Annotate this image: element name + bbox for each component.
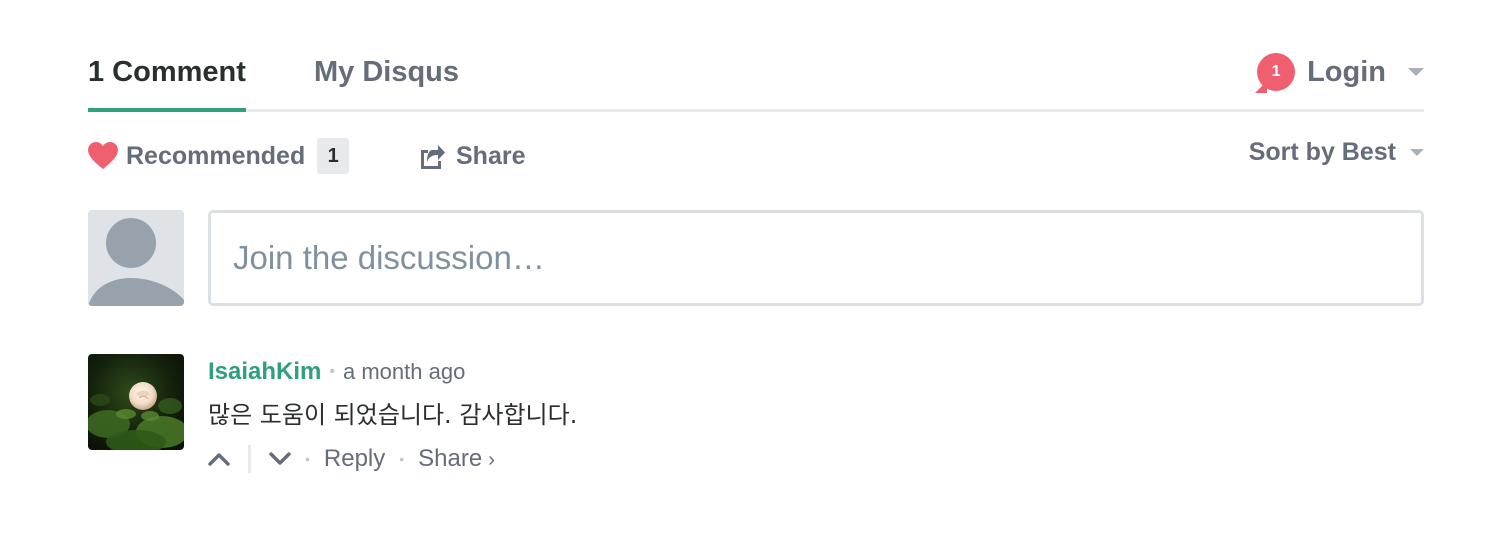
reply-button[interactable]: Reply <box>324 445 385 473</box>
commenter-avatar[interactable] <box>88 354 184 450</box>
chevron-down-icon <box>269 452 291 465</box>
chevron-right-icon: › <box>488 449 495 471</box>
downvote-button[interactable] <box>269 448 291 470</box>
comment-meta: IsaiahKim • a month ago <box>208 354 1424 390</box>
share-comment-button[interactable]: Share › <box>418 445 495 473</box>
notification-badge[interactable]: 1 <box>1257 53 1296 91</box>
user-silhouette-icon <box>88 210 184 306</box>
recommend-label: Recommended <box>126 141 306 170</box>
comments-nav: 1 Comment My Disqus 1 Login <box>88 36 1424 112</box>
comment-text: 많은 도움이 되었습니다. 감사합니다. <box>208 401 578 429</box>
chevron-up-icon <box>208 453 230 466</box>
meta-separator: • <box>329 363 335 380</box>
caret-down-icon <box>1408 68 1424 76</box>
share-icon <box>421 145 445 169</box>
footer-separator: • <box>399 451 405 467</box>
tab-comments-label: 1 Comment <box>88 56 246 88</box>
nav-divider <box>88 109 1424 112</box>
footer-separator: • <box>305 451 310 467</box>
share-thread-button[interactable]: Share <box>418 136 525 176</box>
tab-my-disqus-label: My Disqus <box>314 56 460 88</box>
sort-dropdown[interactable]: Sort by Best <box>1249 132 1424 172</box>
recommend-button[interactable]: Recommended 1 <box>88 136 350 176</box>
recommend-count: 1 <box>317 138 350 174</box>
upvote-button[interactable] <box>208 448 230 470</box>
login-menu[interactable]: 1 Login <box>1257 36 1424 108</box>
vote-divider <box>248 445 251 473</box>
rose-avatar-image <box>88 354 184 450</box>
comment-input[interactable] <box>208 210 1424 306</box>
comment: IsaiahKim • a month ago 많은 도움이 되었습니다. 감사… <box>208 354 1424 476</box>
tab-my-disqus[interactable]: My Disqus <box>314 36 459 112</box>
share-label: Share <box>456 141 526 170</box>
share-comment-label: Share <box>418 445 483 472</box>
heart-icon <box>88 142 118 170</box>
comment-footer: • Reply • Share › <box>208 442 1424 476</box>
tab-comments[interactable]: 1 Comment <box>88 36 246 112</box>
comment-timestamp[interactable]: a month ago <box>343 359 465 385</box>
sort-label: Sort by Best <box>1248 137 1396 166</box>
comment-author[interactable]: IsaiahKim <box>208 358 321 386</box>
caret-down-icon <box>1410 148 1424 156</box>
current-user-avatar <box>88 210 184 306</box>
active-tab-indicator <box>88 108 246 112</box>
notification-count: 1 <box>1271 63 1281 80</box>
thread-actions: Recommended 1 Share Sort by Best <box>88 136 1424 176</box>
login-label: Login <box>1307 55 1386 88</box>
